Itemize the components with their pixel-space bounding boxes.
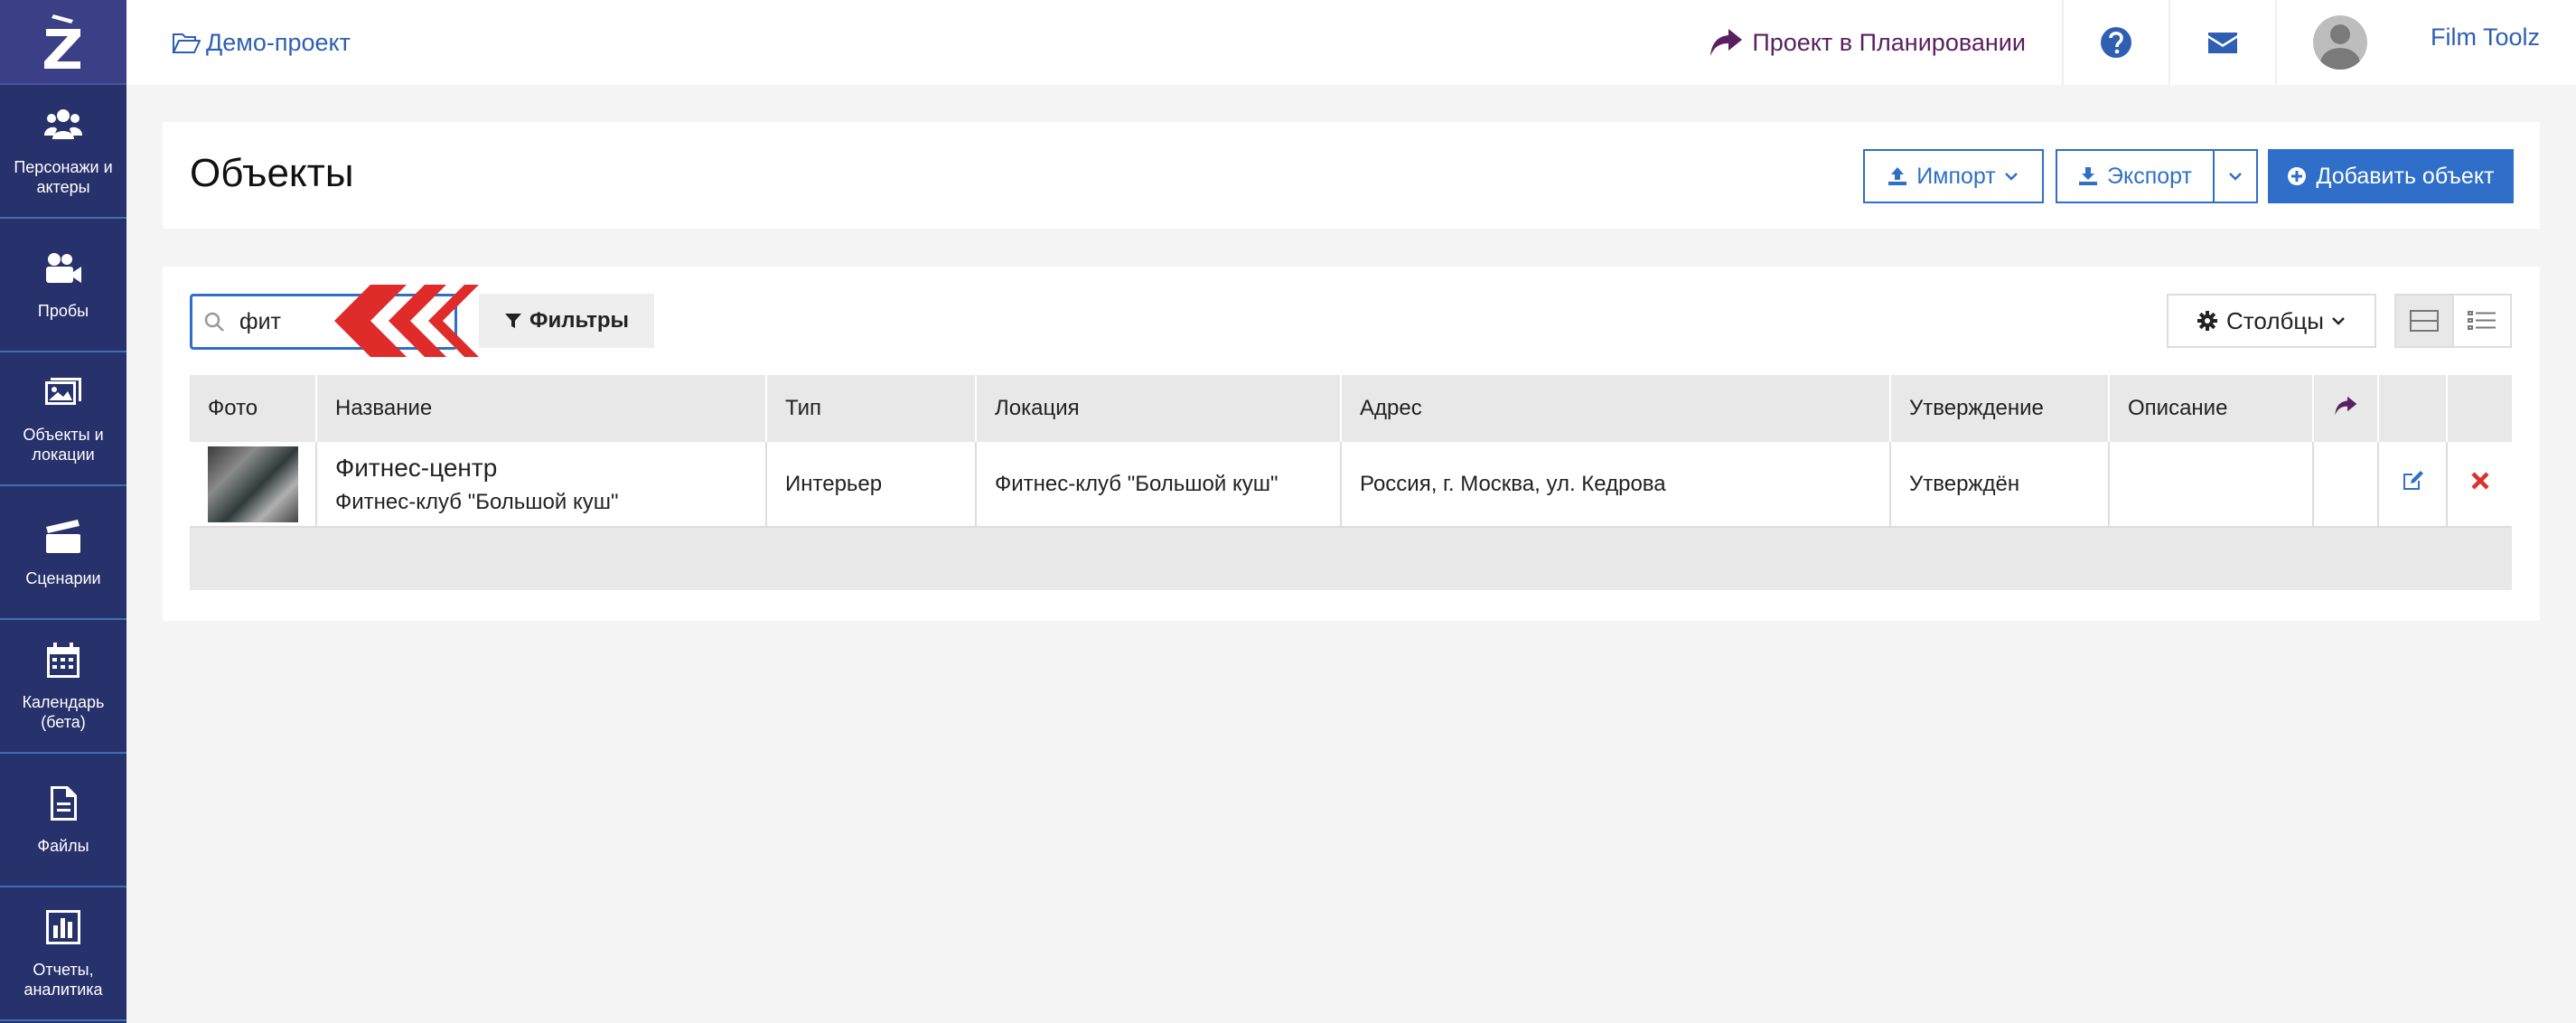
share-arrow-icon <box>2335 396 2357 415</box>
project-link[interactable]: Демо-проект <box>172 28 351 57</box>
sidebar-item-label: Календарь (бета) <box>22 693 105 731</box>
bar-chart-icon <box>46 910 80 944</box>
add-object-button[interactable]: Добавить объект <box>2268 149 2514 203</box>
calendar-icon <box>47 643 80 678</box>
sidebar-item-label: Сценарии <box>25 569 101 587</box>
table-footer-row <box>190 527 2512 590</box>
logo-icon <box>44 14 80 69</box>
col-header-description[interactable]: Описание <box>2109 375 2314 442</box>
top-header: Демо-проект Проект в Планировании Film T… <box>126 0 2576 85</box>
folder-open-icon <box>172 33 201 53</box>
table-footer <box>190 527 2512 590</box>
search-icon <box>204 312 224 332</box>
type-cell: Интерьер <box>766 442 977 528</box>
view-list-button[interactable] <box>2454 296 2510 346</box>
project-status[interactable]: Проект в Планировании <box>1709 0 2064 85</box>
title-panel: Объекты Импорт Экспорт Добавить объект <box>163 122 2540 229</box>
upload-icon <box>1888 167 1907 185</box>
share-cell <box>2313 442 2379 528</box>
chevron-down-icon <box>2332 317 2345 325</box>
objects-table: Фото Название Тип Локация Адрес Утвержде… <box>190 375 2512 590</box>
sidebar-item-label: Персонажи и актеры <box>14 158 113 196</box>
close-icon <box>2470 472 2489 490</box>
sidebar-item-calendar[interactable]: Календарь (бета) <box>0 620 126 754</box>
columns-button[interactable]: Столбцы <box>2167 294 2376 348</box>
view-cards-button[interactable] <box>2396 296 2454 346</box>
chevron-down-icon <box>2229 173 2242 181</box>
col-header-approval[interactable]: Утверждение <box>1890 375 2110 442</box>
col-header-name[interactable]: Название <box>316 375 767 442</box>
sidebar-item-label: Отчеты, аналитика <box>23 961 103 999</box>
help-button[interactable] <box>2064 0 2170 85</box>
plus-circle-icon <box>2288 167 2307 185</box>
object-subname: Фитнес-клуб "Большой куш" <box>335 489 619 514</box>
users-icon <box>44 109 82 139</box>
video-camera-icon <box>46 253 81 283</box>
messages-button[interactable] <box>2170 0 2277 85</box>
description-cell <box>2109 442 2314 528</box>
export-button[interactable]: Экспорт <box>2056 149 2215 203</box>
col-header-share[interactable] <box>2313 375 2379 442</box>
filter-icon <box>504 314 521 328</box>
image-icon <box>45 378 81 405</box>
user-menu[interactable]: Film Toolz <box>2277 0 2576 85</box>
app-logo[interactable] <box>0 0 126 85</box>
address-cell: Россия, г. Москва, ул. Кедрова <box>1341 442 1891 528</box>
object-photo[interactable] <box>208 446 298 522</box>
chevron-down-icon <box>2004 173 2018 181</box>
gear-icon <box>2197 311 2218 331</box>
table-header-row: Фото Название Тип Локация Адрес Утвержде… <box>190 375 2512 442</box>
columns-label: Столбцы <box>2226 306 2324 334</box>
sidebar-item-label: Объекты и локации <box>23 426 104 464</box>
sidebar-item-reports[interactable]: Отчеты, аналитика <box>0 887 126 1021</box>
edit-icon <box>2403 471 2423 490</box>
filters-label: Фильтры <box>529 308 630 333</box>
sidebar-item-characters[interactable]: Персонажи и актеры <box>0 85 126 219</box>
import-label: Импорт <box>1916 163 1996 189</box>
import-button[interactable]: Импорт <box>1863 149 2044 203</box>
edit-button[interactable] <box>2378 442 2448 528</box>
col-header-type[interactable]: Тип <box>766 375 977 442</box>
question-circle-icon <box>2100 27 2131 58</box>
list-view-icon <box>2468 311 2496 330</box>
clapperboard-icon <box>46 520 80 553</box>
sidebar-item-scripts[interactable]: Сценарии <box>0 486 126 620</box>
delete-button[interactable] <box>2447 442 2512 528</box>
sidebar-item-auditions[interactable]: Пробы <box>0 219 126 352</box>
col-header-address[interactable]: Адрес <box>1341 375 1891 442</box>
sidebar-item-objects[interactable]: Объекты и локации <box>0 352 126 486</box>
col-header-photo[interactable]: Фото <box>190 375 317 442</box>
share-arrow-icon <box>1710 29 1743 56</box>
project-status-label: Проект в Планировании <box>1752 28 2026 56</box>
card-view-icon <box>2410 310 2439 332</box>
sidebar-item-files[interactable]: Файлы <box>0 754 126 887</box>
sidebar-item-label: Пробы <box>37 302 89 320</box>
table-row[interactable]: Фитнес-центр Фитнес-клуб "Большой куш" И… <box>190 442 2512 528</box>
file-icon <box>51 786 77 821</box>
project-name: Демо-проект <box>206 28 351 56</box>
col-header-delete <box>2447 375 2512 442</box>
objects-panel: Фильтры Столбцы Фото Название Тип Локаци… <box>163 267 2540 621</box>
location-cell: Фитнес-клуб "Большой куш" <box>976 442 1342 528</box>
username: Film Toolz <box>2430 23 2540 51</box>
approval-cell: Утверждён <box>1890 442 2110 528</box>
export-dropdown-toggle[interactable] <box>2213 149 2258 203</box>
export-label: Экспорт <box>2107 163 2192 189</box>
view-toggle <box>2394 294 2512 348</box>
col-header-edit <box>2378 375 2448 442</box>
envelope-icon <box>2207 33 2237 53</box>
filters-button[interactable]: Фильтры <box>479 294 654 348</box>
object-name[interactable]: Фитнес-центр <box>335 454 765 483</box>
page-title: Объекты <box>190 151 354 195</box>
sidebar-item-label: Файлы <box>37 837 89 855</box>
name-cell: Фитнес-центр Фитнес-клуб "Большой куш" <box>316 442 767 528</box>
search-input[interactable] <box>239 308 330 335</box>
highlight-arrows-icon <box>334 285 479 357</box>
photo-cell <box>190 442 317 528</box>
download-icon <box>2079 167 2098 185</box>
col-header-location[interactable]: Локация <box>976 375 1342 442</box>
avatar <box>2312 15 2367 70</box>
sidebar: Персонажи и актеры Пробы Объекты и локац… <box>0 0 126 1023</box>
add-object-label: Добавить объект <box>2316 163 2495 189</box>
